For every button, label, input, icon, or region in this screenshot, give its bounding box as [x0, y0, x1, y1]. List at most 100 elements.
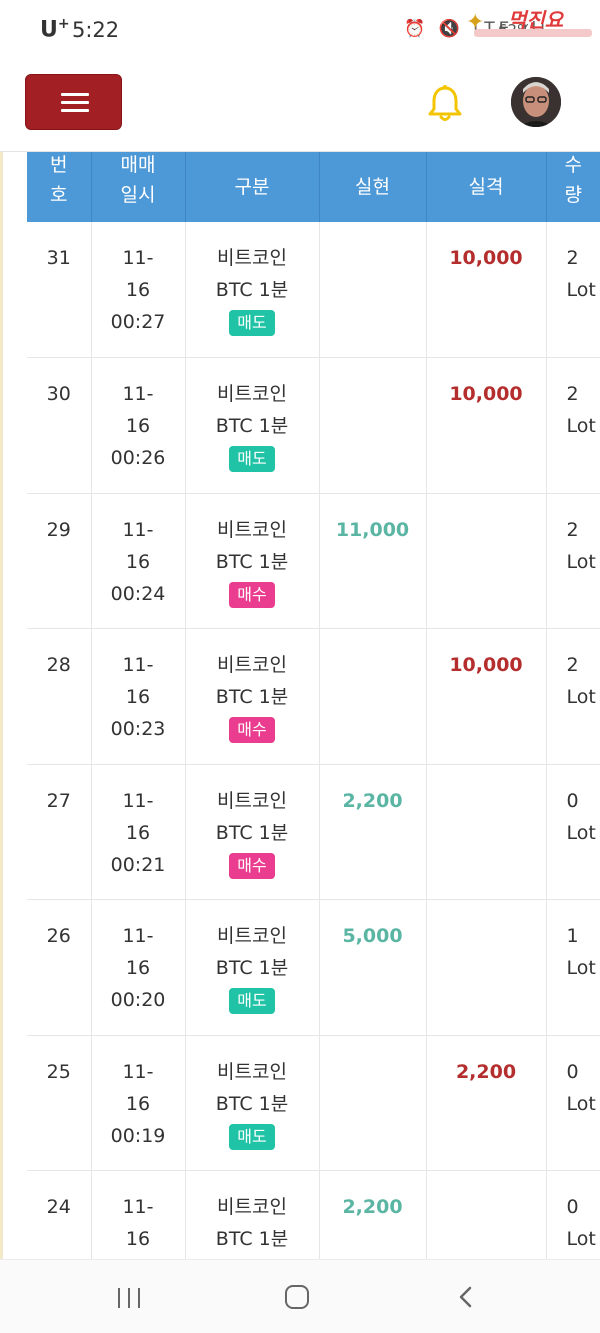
cell-loss: 10,000	[426, 628, 547, 765]
product-name: BTC 1분	[215, 415, 289, 437]
cell-datetime: 11- 16 00:27	[91, 222, 186, 358]
qty-unit: Lot	[566, 550, 596, 573]
qty-value: 2	[566, 654, 579, 676]
qty-unit: Lot	[566, 821, 596, 844]
qty-value: 0	[566, 1196, 579, 1218]
cell-qty: 0 Lot	[546, 764, 600, 900]
asset-name: 비트코인	[217, 518, 287, 541]
cell-category: 비트코인 BTC 1분 매수	[185, 628, 320, 765]
cell-loss: 2,200	[426, 1035, 547, 1171]
table-row[interactable]: 28 11- 16 00:23 비트코인 BTC 1분 매수 10,000 2 Lot	[27, 628, 600, 765]
side-badge: 매수	[229, 581, 275, 608]
system-nav-bar	[0, 1259, 600, 1333]
table-row[interactable]: 30 11- 16 00:26 비트코인 BTC 1분 매도 10,000 2 Lot	[27, 357, 600, 494]
cell-category: 비트코인 BTC 1분매도	[185, 357, 320, 494]
table-row[interactable]: 27 11- 16 00:21 비트코인 BTC 1분 매수 2,200 0 Lot	[27, 764, 600, 900]
table-row[interactable]: 31 11- 16 00:27 비트코인 BTC 1분 매도 10,000 2 Lot	[27, 222, 600, 358]
realized-value: 5,000	[342, 925, 403, 947]
hamburger-icon-line	[61, 109, 89, 112]
header-category: 구분	[185, 152, 320, 222]
cell-loss: 10,000	[426, 222, 547, 358]
table-header-row: 번호 매매 일시 구분 실현 실격 수량	[27, 152, 600, 222]
qty-value: 1	[566, 925, 579, 947]
date-day: 16	[125, 1228, 151, 1250]
side-badge: 매도	[229, 988, 275, 1014]
date-part: 11-	[122, 247, 154, 269]
cell-no: 26	[27, 899, 92, 1036]
date-day: 16	[125, 686, 151, 708]
cell-loss	[426, 493, 547, 629]
menu-button[interactable]	[25, 74, 122, 130]
table-row[interactable]: 29 11- 16 00:24 비트코인 BTC 1분 매수 11,000 2 Lot	[27, 493, 600, 629]
cell-datetime: 11- 16 00:20	[91, 899, 186, 1036]
table-row[interactable]: 26 11- 16 00:20 비트코인 BTC 1분 매도 5,000 1 Lot	[27, 899, 600, 1036]
date-part: 11-	[122, 925, 154, 947]
cell-loss	[426, 1170, 547, 1259]
carrier-label: U+	[40, 16, 70, 43]
cell-qty: 0 Lot	[546, 1170, 600, 1259]
realized-value: 11,000	[335, 518, 410, 541]
qty-value: 2	[566, 383, 579, 405]
asset-name: 비트코인	[217, 383, 287, 405]
cell-no: 29	[27, 493, 92, 629]
realized-value: 2,200	[342, 1196, 403, 1218]
time-part: 00:26	[110, 447, 166, 469]
qty-unit: Lot	[566, 415, 596, 437]
date-part: 11-	[122, 1196, 154, 1218]
time-part: 00:27	[110, 311, 166, 333]
watermark-text: 먹진요	[508, 8, 564, 32]
product-name: BTC 1분	[215, 821, 289, 844]
cell-datetime: 11- 16 00:26	[91, 357, 186, 494]
cell-realized	[319, 1035, 427, 1171]
qty-value: 2	[566, 247, 579, 269]
cell-qty: 0 Lot	[546, 1035, 600, 1171]
status-bar: U+ 5:22 ⏰ 🔇 LTE ıll 62% ✦ 먹진요	[0, 0, 600, 52]
side-badge: 매도	[229, 310, 275, 336]
cell-no: 31	[27, 222, 92, 358]
recent-apps-icon[interactable]	[118, 1288, 142, 1308]
cell-realized: 2,200	[319, 764, 427, 900]
time-part: 00:20	[110, 989, 166, 1011]
wing-icon: ✦	[466, 10, 485, 35]
date-day: 16	[125, 415, 151, 437]
cell-datetime: 11- 16 00:19	[91, 1035, 186, 1171]
time-part: 00:23	[110, 718, 166, 740]
time-part: 00:19	[110, 1124, 166, 1147]
cell-realized	[319, 222, 427, 358]
qty-unit: Lot	[566, 686, 596, 708]
watermark-logo: ✦ 먹진요	[464, 4, 596, 40]
side-stripe	[0, 152, 3, 1260]
side-badge: 매도	[229, 1123, 275, 1150]
loss-value: 10,000	[449, 247, 523, 269]
cell-category: 비트코인 BTC 1분 매도	[185, 899, 320, 1036]
home-icon[interactable]	[285, 1285, 309, 1309]
avatar[interactable]	[511, 77, 561, 127]
status-time: 5:22	[72, 18, 120, 42]
cell-loss	[426, 764, 547, 900]
side-badge: 매도	[229, 446, 275, 472]
cell-qty: 1 Lot	[546, 899, 600, 1036]
cell-category: 비트코인 BTC 1분	[185, 1170, 320, 1259]
cell-no: 24	[27, 1170, 92, 1259]
trade-history-table[interactable]: 번호 매매 일시 구분 실현 실격 수량 31 11- 16 00:27 비트코인 BTC …	[27, 152, 600, 1259]
cell-realized: 11,000	[319, 493, 427, 629]
bell-icon[interactable]	[426, 84, 464, 124]
date-day: 16	[125, 279, 151, 301]
table-row[interactable]: 25 11- 16 00:19 비트코인 BTC 1분 매도 2,200 0 Lot	[27, 1035, 600, 1171]
cell-qty: 2 Lot	[546, 357, 600, 494]
back-icon[interactable]	[456, 1286, 476, 1308]
product-name: BTC 1분	[215, 550, 289, 573]
cell-no: 27	[27, 764, 92, 900]
header-realized: 실현	[319, 152, 427, 222]
hamburger-icon-line	[61, 93, 89, 96]
cell-category: 비트코인 BTC 1분 매도	[185, 1035, 320, 1171]
date-day: 16	[125, 1092, 151, 1115]
cell-realized	[319, 357, 427, 494]
table-row[interactable]: 24 11- 16 비트코인 BTC 1분 2,200 0 Lot	[27, 1170, 600, 1259]
qty-unit: Lot	[566, 957, 596, 979]
date-day: 16	[125, 957, 151, 979]
cell-loss	[426, 899, 547, 1036]
asset-name: 비트코인	[217, 1060, 287, 1083]
cell-category: 비트코인 BTC 1분 매수	[185, 764, 320, 900]
asset-name: 비트코인	[217, 789, 287, 812]
